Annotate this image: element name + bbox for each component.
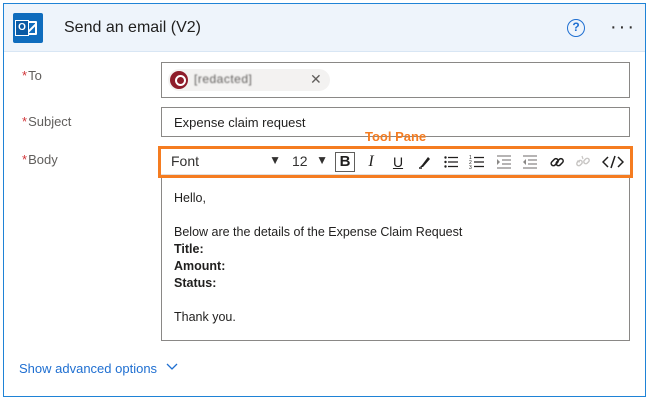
- font-size-dropdown[interactable]: 12 ▼: [292, 153, 328, 173]
- advanced-label: Show advanced options: [19, 361, 158, 376]
- dropdown-arrow-icon: ▼: [269, 153, 281, 167]
- body-label: *Body: [22, 152, 58, 167]
- font-dropdown-value: Font: [171, 153, 200, 169]
- body-content[interactable]: Hello, Below are the details of the Expe…: [174, 190, 614, 326]
- subject-label-text: Subject: [28, 114, 72, 129]
- to-label: *To: [22, 68, 42, 83]
- rich-text-toolbar: Font ▼ 12 ▼ B I U 123: [158, 146, 633, 178]
- subject-value: Expense claim request: [174, 115, 306, 130]
- dropdown-arrow-icon: ▼: [316, 153, 328, 167]
- contact-avatar: [170, 71, 188, 89]
- action-header[interactable]: O Send an email (V2) ? ···: [4, 4, 645, 52]
- help-icon[interactable]: ?: [567, 19, 585, 37]
- required-mark: *: [22, 152, 28, 167]
- recipient-chip[interactable]: [redacted] ✕: [168, 69, 330, 91]
- body-line-intro: Below are the details of the Expense Cla…: [174, 225, 463, 239]
- underline-button[interactable]: U: [388, 152, 408, 172]
- more-options-icon[interactable]: ···: [610, 16, 636, 39]
- bold-button[interactable]: B: [335, 152, 355, 172]
- increase-indent-icon[interactable]: [494, 152, 514, 172]
- unlink-icon[interactable]: [573, 152, 593, 172]
- action-title: Send an email (V2): [64, 19, 201, 36]
- subject-label: *Subject: [22, 114, 71, 129]
- decrease-indent-icon[interactable]: [520, 152, 540, 172]
- svg-text:3: 3: [469, 165, 472, 170]
- numbered-list-icon[interactable]: 123: [467, 152, 487, 172]
- send-email-action-card: O Send an email (V2) ? ··· *To [redacted…: [3, 3, 646, 397]
- italic-button[interactable]: I: [361, 152, 381, 172]
- to-label-text: To: [28, 68, 42, 83]
- highlighter-icon[interactable]: [415, 152, 435, 172]
- link-icon[interactable]: [547, 152, 567, 172]
- body-label-text: Body: [28, 152, 58, 167]
- bulleted-list-icon[interactable]: [441, 152, 461, 172]
- font-size-value: 12: [292, 153, 308, 169]
- code-view-icon[interactable]: [601, 152, 625, 172]
- show-advanced-options-link[interactable]: Show advanced options: [19, 361, 178, 376]
- required-mark: *: [22, 68, 28, 83]
- chevron-down-icon: [165, 359, 179, 376]
- tool-pane-annotation: Tool Pane: [365, 129, 427, 144]
- required-mark: *: [22, 114, 28, 129]
- body-line-closing: Thank you.: [174, 310, 236, 324]
- body-line-status: Status:: [174, 276, 217, 290]
- recipient-email: [redacted]: [194, 72, 253, 86]
- to-field[interactable]: [redacted] ✕: [161, 62, 630, 98]
- body-line-greeting: Hello,: [174, 191, 206, 205]
- close-icon[interactable]: ✕: [310, 71, 322, 88]
- outlook-icon: O: [13, 13, 43, 43]
- body-line-amount: Amount:: [174, 259, 226, 273]
- font-dropdown[interactable]: Font ▼: [171, 153, 281, 173]
- body-line-title: Title:: [174, 242, 204, 256]
- outlook-o-letter: O: [15, 20, 29, 36]
